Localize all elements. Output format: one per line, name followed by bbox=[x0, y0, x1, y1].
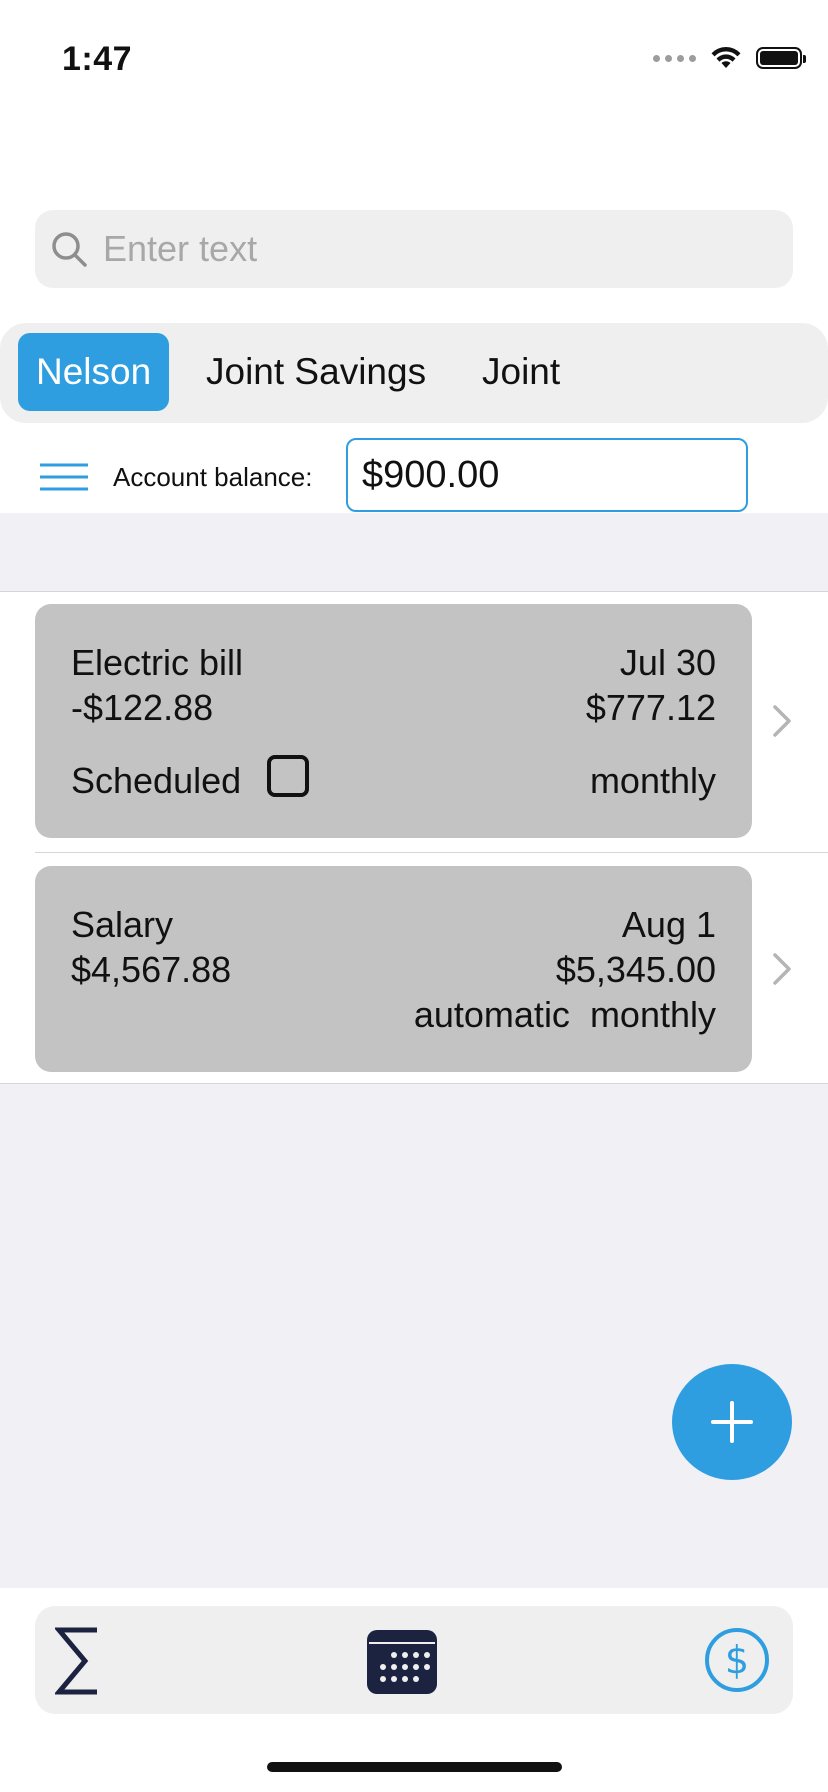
sigma-icon[interactable] bbox=[55, 1626, 101, 1696]
chevron-right-icon[interactable] bbox=[771, 951, 793, 987]
transaction-date: Aug 1 bbox=[621, 904, 716, 945]
running-balance: $777.12 bbox=[585, 687, 716, 728]
hamburger-menu-icon[interactable] bbox=[40, 463, 88, 491]
account-tabs: Nelson Joint Savings Joint bbox=[0, 323, 828, 423]
frequency: monthly bbox=[589, 760, 716, 801]
transaction-card-salary[interactable]: Salary $4,567.88 Aug 1 $5,345.00 automat… bbox=[35, 866, 752, 1072]
battery-icon bbox=[756, 47, 806, 69]
list-empty-area bbox=[0, 1084, 828, 1588]
divider bbox=[35, 852, 828, 853]
bottom-toolbar: $ bbox=[35, 1606, 793, 1714]
account-balance-field[interactable]: $900.00 bbox=[346, 438, 748, 512]
search-icon bbox=[52, 232, 87, 267]
divider bbox=[0, 591, 828, 592]
transaction-amount: -$122.88 bbox=[71, 687, 214, 728]
running-balance: $5,345.00 bbox=[555, 949, 716, 990]
search-input[interactable] bbox=[101, 227, 745, 271]
wifi-icon bbox=[711, 46, 741, 68]
home-indicator bbox=[267, 1762, 562, 1772]
add-transaction-button[interactable] bbox=[672, 1364, 792, 1480]
status-icons bbox=[653, 46, 806, 70]
account-balance-label: Account balance: bbox=[113, 462, 313, 492]
tab-nelson[interactable]: Nelson bbox=[18, 333, 170, 411]
svg-text:$: $ bbox=[725, 1638, 749, 1682]
search-bar[interactable] bbox=[35, 210, 793, 288]
chevron-right-icon[interactable] bbox=[771, 703, 793, 739]
tab-joint[interactable]: Joint bbox=[464, 333, 578, 411]
scheduled-checkbox[interactable] bbox=[267, 755, 309, 797]
scheduled-label: Scheduled bbox=[71, 760, 242, 801]
transaction-amount: $4,567.88 bbox=[71, 949, 232, 990]
plus-icon bbox=[711, 1401, 753, 1443]
dollar-circle-icon[interactable]: $ bbox=[703, 1626, 771, 1694]
transaction-card-electric-bill[interactable]: Electric bill -$122.88 Scheduled Jul 30 … bbox=[35, 604, 752, 838]
transaction-name: Salary bbox=[71, 904, 174, 945]
transaction-date: Jul 30 bbox=[619, 642, 716, 683]
transaction-name: Electric bill bbox=[71, 642, 244, 683]
calendar-icon[interactable] bbox=[365, 1626, 439, 1696]
signal-dots-icon bbox=[653, 54, 696, 62]
tab-joint-savings[interactable]: Joint Savings bbox=[188, 333, 444, 411]
status-time: 1:47 bbox=[62, 40, 133, 78]
list-header-spacer bbox=[0, 513, 828, 591]
frequency: automatic monthly bbox=[413, 994, 716, 1035]
